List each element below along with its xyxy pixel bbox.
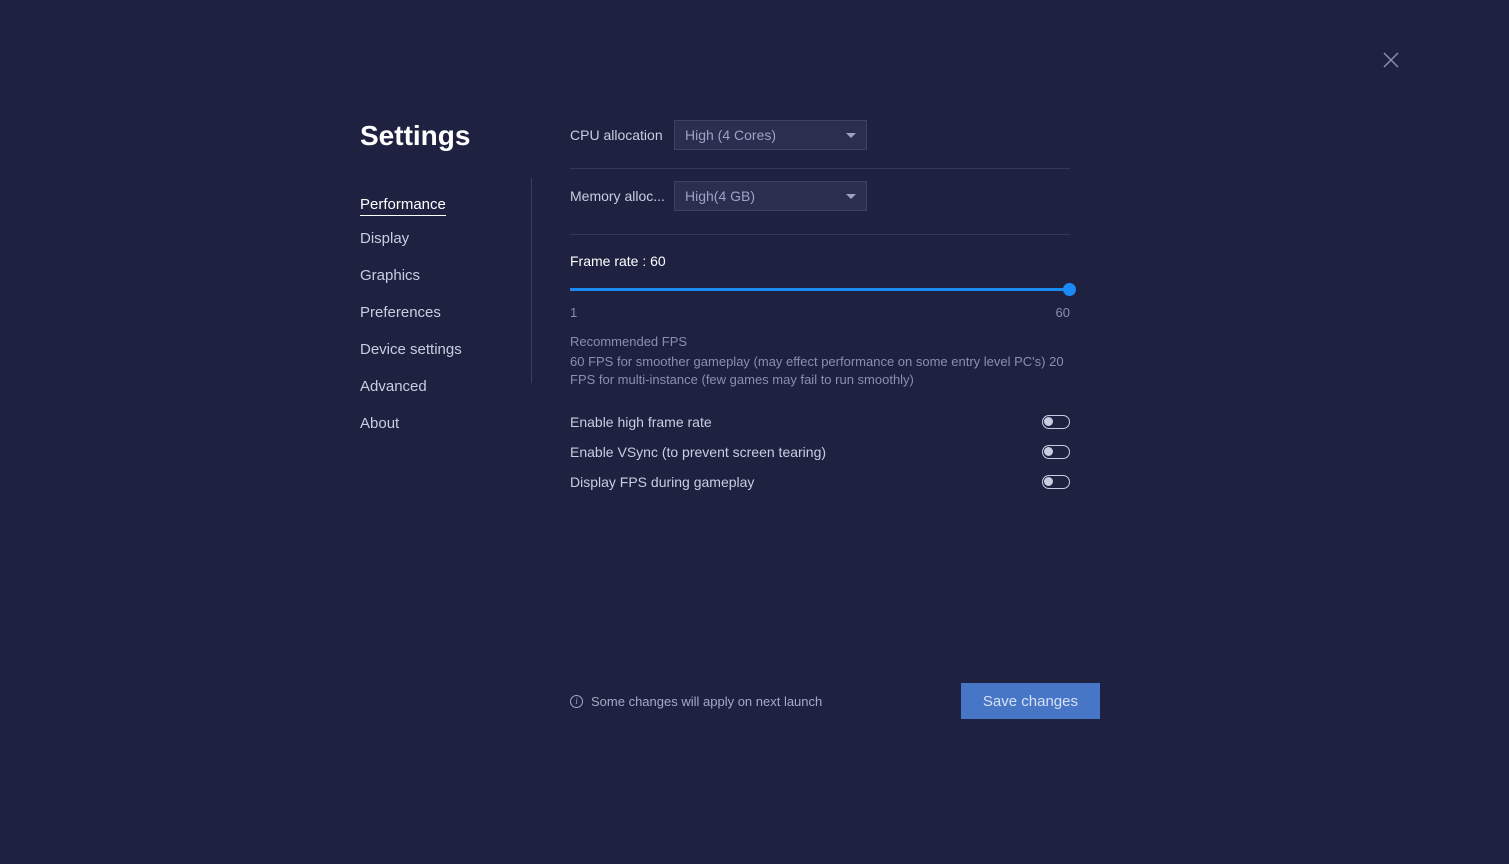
frame-rate-slider[interactable] <box>570 283 1070 297</box>
info-text: Some changes will apply on next launch <box>591 694 822 709</box>
memory-allocation-value: High(4 GB) <box>685 188 755 204</box>
sidebar-item-advanced[interactable]: Advanced <box>360 372 427 401</box>
toggle-display-fps-label: Display FPS during gameplay <box>570 474 754 490</box>
frame-rate-min: 1 <box>570 305 577 320</box>
toggle-high-frame[interactable] <box>1042 415 1070 429</box>
sidebar-item-display[interactable]: Display <box>360 224 409 253</box>
memory-allocation-select[interactable]: High(4 GB) <box>674 181 867 211</box>
save-changes-button[interactable]: Save changes <box>961 683 1100 719</box>
info-icon: i <box>570 695 583 708</box>
toggle-knob <box>1044 417 1053 426</box>
toggle-high-frame-label: Enable high frame rate <box>570 414 712 430</box>
frame-rate-label: Frame rate : 60 <box>570 253 1070 269</box>
recommended-fps-text: 60 FPS for smoother gameplay (may effect… <box>570 353 1070 389</box>
sidebar-item-preferences[interactable]: Preferences <box>360 298 441 327</box>
chevron-down-icon <box>846 133 856 138</box>
toggle-vsync[interactable] <box>1042 445 1070 459</box>
cpu-allocation-label: CPU allocation <box>570 127 674 143</box>
memory-allocation-label: Memory alloc... <box>570 188 674 204</box>
sidebar-divider <box>531 178 532 383</box>
sidebar-item-graphics[interactable]: Graphics <box>360 261 420 290</box>
cpu-allocation-value: High (4 Cores) <box>685 127 776 143</box>
info-note: i Some changes will apply on next launch <box>570 694 822 709</box>
content-panel: CPU allocation High (4 Cores) Memory all… <box>530 120 1070 497</box>
close-button[interactable] <box>1381 50 1401 70</box>
sidebar-item-about[interactable]: About <box>360 409 399 438</box>
page-title: Settings <box>360 120 530 152</box>
toggle-knob <box>1044 477 1053 486</box>
sidebar-item-device-settings[interactable]: Device settings <box>360 335 462 364</box>
chevron-down-icon <box>846 194 856 199</box>
cpu-allocation-select[interactable]: High (4 Cores) <box>674 120 867 150</box>
sidebar: Settings Performance Display Graphics Pr… <box>360 120 530 497</box>
recommended-fps-title: Recommended FPS <box>570 334 1070 349</box>
toggle-display-fps[interactable] <box>1042 475 1070 489</box>
sidebar-item-performance[interactable]: Performance <box>360 190 446 216</box>
slider-track <box>570 288 1070 291</box>
slider-thumb[interactable] <box>1063 283 1076 296</box>
close-icon <box>1381 50 1401 70</box>
frame-rate-max: 60 <box>1056 305 1070 320</box>
toggle-vsync-label: Enable VSync (to prevent screen tearing) <box>570 444 826 460</box>
toggle-knob <box>1044 447 1053 456</box>
